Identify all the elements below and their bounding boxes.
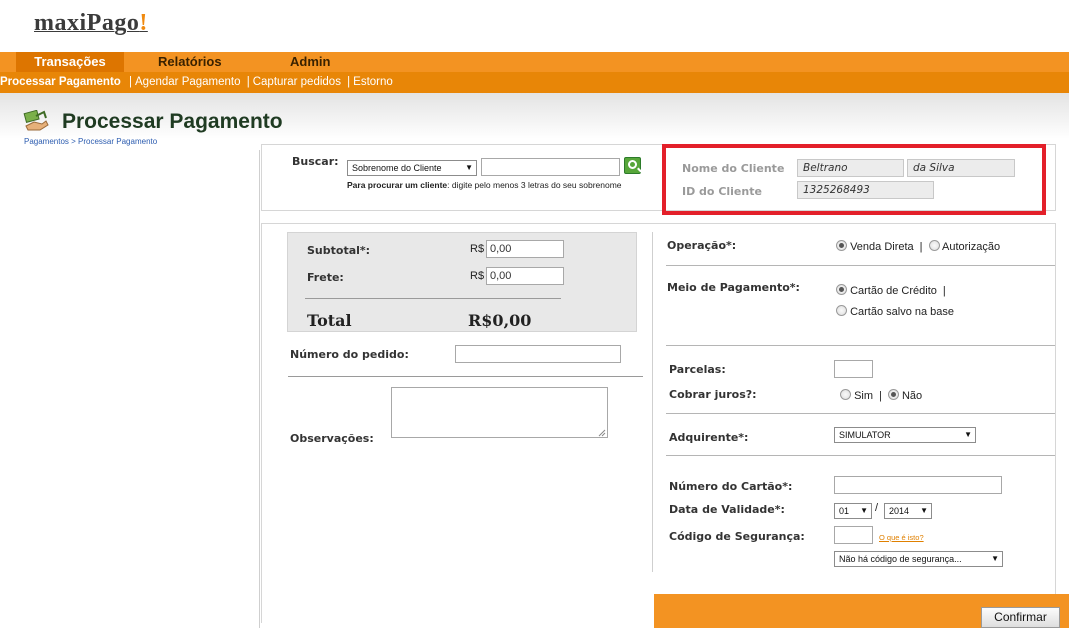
autorizacao-label: Autorização: [941, 241, 1001, 253]
subtotal-label: Subtotal*:: [307, 244, 371, 257]
tab-relatorios[interactable]: Relatórios: [158, 52, 222, 72]
meio-pagamento-label: Meio de Pagamento*:: [667, 281, 800, 294]
frete-currency: R$: [470, 270, 485, 282]
search-label: Buscar:: [292, 155, 339, 168]
total-value: R$0,00: [468, 311, 532, 330]
option-separator: |: [942, 285, 946, 297]
cartao-salvo-label: Cartão salvo na base: [850, 306, 955, 318]
codigo-help-link[interactable]: O que é isto?: [879, 533, 924, 542]
total-label: Total: [307, 311, 352, 330]
cartao-input[interactable]: [834, 476, 1002, 494]
main-nav: Transações Relatórios Admin: [0, 52, 1069, 72]
radio-cartao-salvo[interactable]: [836, 305, 847, 316]
operacao-label: Operação*:: [667, 239, 737, 252]
maxipago-logo: maxiPago!: [34, 10, 148, 36]
sidebar-divider: [259, 150, 260, 628]
subnav-separator: |: [246, 76, 250, 88]
resize-grip-icon[interactable]: [598, 428, 606, 437]
radio-autorizacao[interactable]: [928, 240, 940, 251]
sub-nav: Processar Pagamento | Agendar Pagamento |…: [0, 72, 1069, 93]
section-divider: [288, 376, 643, 377]
validade-year-select[interactable]: 2014 ▼: [884, 503, 932, 519]
subnav-agendar-pagamento[interactable]: Agendar Pagamento: [135, 76, 241, 88]
search-hint: Para procurar um cliente: digite pelo me…: [347, 180, 622, 190]
radio-venda-direta[interactable]: [836, 240, 847, 251]
subnav-processar-pagamento[interactable]: Processar Pagamento: [0, 76, 121, 88]
adquirente-select[interactable]: SIMULATOR ▼: [834, 427, 976, 443]
cartao-label: Número do Cartão*:: [669, 480, 793, 493]
subnav-separator: |: [347, 76, 351, 88]
highlight-box: [662, 144, 1046, 215]
chevron-down-icon: ▼: [964, 430, 972, 439]
chevron-down-icon: ▼: [920, 506, 928, 515]
chevron-down-icon: ▼: [465, 163, 473, 172]
observacoes-label: Observações:: [290, 432, 374, 445]
option-separator: |: [919, 241, 923, 253]
page-title: Processar Pagamento: [62, 110, 283, 133]
pedido-input[interactable]: [455, 345, 621, 363]
venda-direta-label: Venda Direta: [850, 241, 914, 253]
parcelas-label: Parcelas:: [669, 363, 726, 376]
codigo-input[interactable]: [834, 526, 873, 544]
payment-process-icon: [22, 109, 50, 132]
section-divider: [666, 413, 1055, 414]
tab-admin[interactable]: Admin: [290, 52, 330, 72]
section-divider: [666, 265, 1055, 266]
codigo-option-select[interactable]: Não há código de segurança... ▼: [834, 551, 1003, 567]
pedido-label: Número do pedido:: [290, 348, 409, 361]
juros-label: Cobrar juros?:: [669, 388, 757, 401]
subtotal-currency: R$: [470, 243, 485, 255]
totals-divider: [305, 298, 561, 299]
juros-sim-label: Sim: [854, 390, 874, 402]
meio-option-credito: Cartão de Crédito |: [836, 284, 952, 297]
frete-label: Frete:: [307, 271, 344, 284]
validade-month-select[interactable]: 01 ▼: [834, 503, 872, 519]
operacao-options: Venda Direta | Autorização: [836, 240, 1000, 253]
search-icon: [628, 160, 637, 169]
cartao-credito-label: Cartão de Crédito: [850, 285, 937, 297]
meio-option-salvo: Cartão salvo na base: [836, 305, 954, 318]
radio-cartao-credito[interactable]: [836, 284, 847, 295]
adquirente-label: Adquirente*:: [669, 431, 749, 444]
tab-transacoes[interactable]: Transações: [16, 52, 124, 72]
chevron-down-icon: ▼: [860, 506, 868, 515]
radio-juros-sim[interactable]: [840, 389, 851, 400]
validade-label: Data de Validade*:: [669, 503, 785, 516]
breadcrumb[interactable]: Pagamentos > Processar Pagamento: [24, 137, 157, 146]
subnav-separator: |: [129, 76, 133, 88]
option-separator: |: [879, 390, 882, 402]
juros-nao-label: Não: [901, 390, 923, 402]
search-button[interactable]: [624, 157, 641, 174]
subtotal-input[interactable]: 0,00: [486, 240, 564, 258]
search-field-select[interactable]: Sobrenome do Cliente ▼: [347, 160, 477, 176]
section-divider: [666, 345, 1055, 346]
chevron-down-icon: ▼: [991, 554, 999, 563]
observacoes-textarea[interactable]: [391, 387, 608, 438]
section-divider: [666, 455, 1055, 456]
validade-separator: /: [875, 502, 879, 514]
column-divider: [652, 232, 653, 572]
parcelas-input[interactable]: [834, 360, 873, 378]
codigo-label: Código de Segurança:: [669, 530, 805, 543]
subnav-capturar-pedidos[interactable]: Capturar pedidos: [253, 76, 341, 88]
juros-options: Sim | Não: [840, 389, 922, 402]
confirm-button[interactable]: Confirmar: [981, 607, 1060, 628]
search-input[interactable]: [481, 158, 620, 176]
radio-juros-nao[interactable]: [887, 389, 899, 400]
frete-input[interactable]: 0,00: [486, 267, 564, 285]
subnav-estorno[interactable]: Estorno: [353, 76, 393, 88]
